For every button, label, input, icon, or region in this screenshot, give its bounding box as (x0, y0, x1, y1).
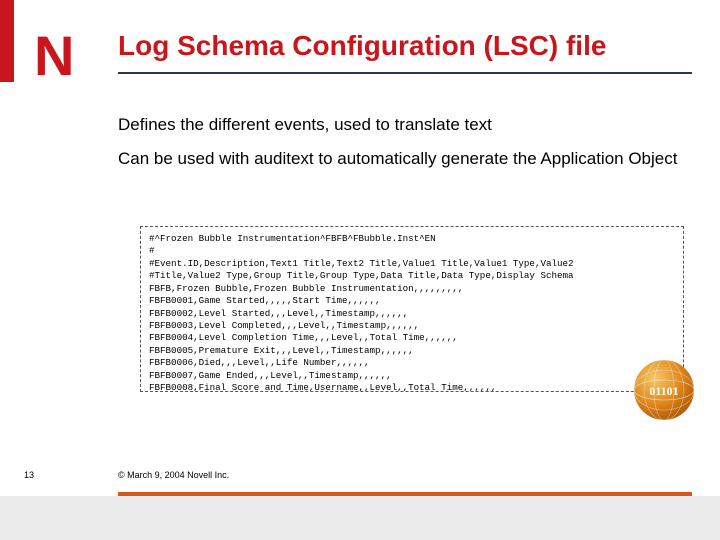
brand-side-bar (0, 0, 14, 82)
novell-n-logo: N (34, 28, 72, 84)
body-paragraph-1: Defines the different events, used to tr… (118, 114, 692, 135)
lsc-example-code: #^Frozen Bubble Instrumentation^FBFB^FBu… (140, 226, 684, 392)
title-underline (118, 72, 692, 74)
body-paragraph-2: Can be used with auditext to automatical… (118, 148, 692, 169)
copyright-text: © March 9, 2004 Novell Inc. (118, 470, 229, 480)
footer-band (0, 496, 720, 540)
slide-title: Log Schema Configuration (LSC) file (118, 30, 606, 62)
sphere-label-text: 01101 (649, 384, 678, 398)
binary-sphere-icon: 01101 (632, 358, 696, 422)
page-number: 13 (24, 470, 34, 480)
